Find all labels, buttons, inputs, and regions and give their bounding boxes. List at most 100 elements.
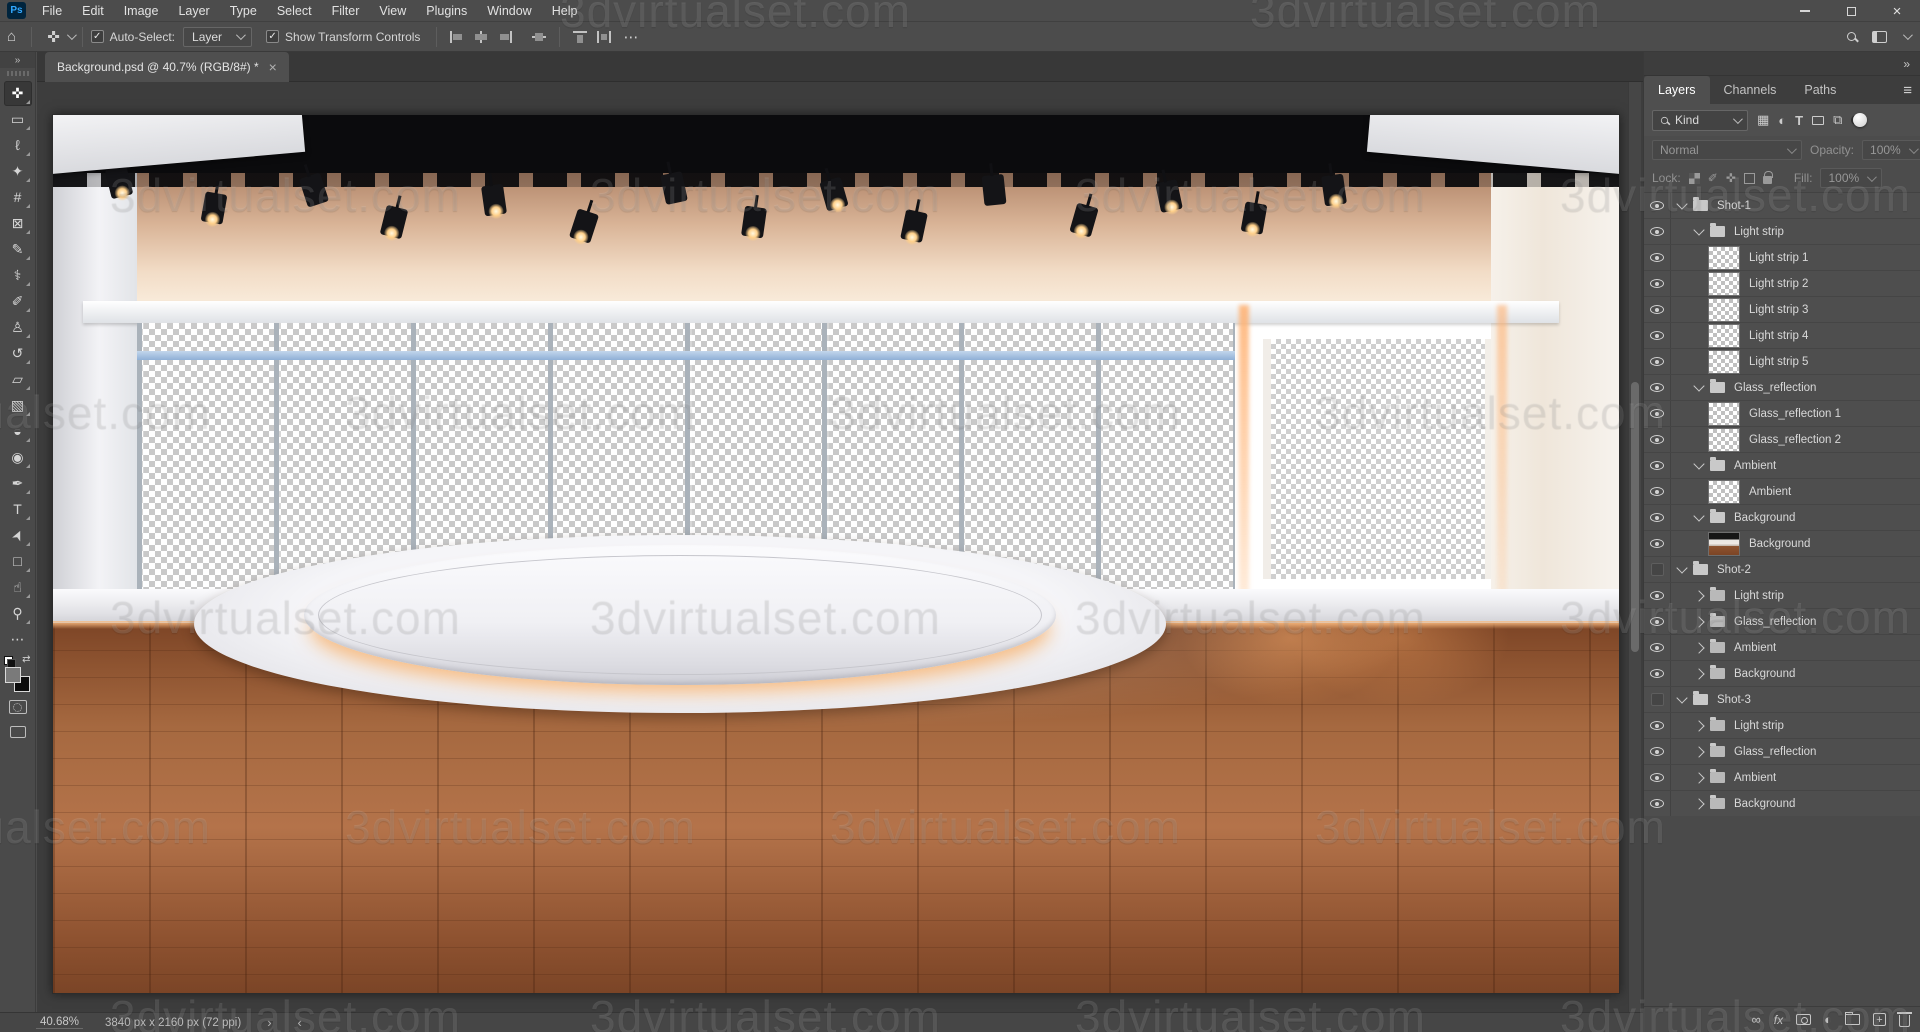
visibility-toggle[interactable] xyxy=(1644,401,1671,426)
layer-row[interactable]: Light strip xyxy=(1644,713,1920,739)
layer-thumbnail[interactable] xyxy=(1708,298,1740,322)
menu-item[interactable]: Edit xyxy=(72,0,114,21)
visibility-toggle[interactable] xyxy=(1644,219,1671,244)
zoom-level-field[interactable]: 40.68% xyxy=(36,1016,83,1029)
panel-tab[interactable]: Paths xyxy=(1790,76,1850,104)
minimize-button[interactable] xyxy=(1782,0,1828,22)
quick-mask-button[interactable] xyxy=(9,700,27,714)
screen-mode-button[interactable] xyxy=(10,726,26,738)
layer-row[interactable]: Ambient xyxy=(1644,479,1920,505)
status-back-arrow[interactable]: ‹ xyxy=(298,1015,302,1030)
align-left-edges-button[interactable] xyxy=(450,31,464,43)
layer-thumbnail[interactable] xyxy=(1708,428,1740,452)
auto-select-checkbox[interactable] xyxy=(91,30,104,43)
filter-toggle-switch[interactable] xyxy=(1851,115,1867,125)
layer-row[interactable]: Light strip xyxy=(1644,219,1920,245)
lock-image-pixels-icon[interactable]: ✐ xyxy=(1708,171,1718,185)
delete-layer-icon[interactable] xyxy=(1899,1015,1910,1027)
menu-item[interactable]: Image xyxy=(114,0,169,21)
filter-pixel-layers-icon[interactable]: ▦ xyxy=(1757,112,1769,128)
disclosure-triangle-icon[interactable] xyxy=(1693,590,1704,601)
rectangle-tool[interactable]: □ xyxy=(4,549,32,574)
panel-tab[interactable]: Channels xyxy=(1710,76,1791,104)
document-tab[interactable]: Background.psd @ 40.7% (RGB/8#) * × xyxy=(45,52,289,82)
panel-tab[interactable]: Layers xyxy=(1644,76,1710,104)
menu-item[interactable]: Window xyxy=(477,0,541,21)
visibility-toggle[interactable] xyxy=(1644,687,1671,712)
layer-row[interactable]: Shot-3 xyxy=(1644,687,1920,713)
frame-tool[interactable]: ⊠ xyxy=(4,211,32,236)
visibility-toggle[interactable] xyxy=(1644,349,1671,374)
disclosure-triangle-icon[interactable] xyxy=(1693,510,1704,521)
layer-row[interactable]: Glass_reflection 2 xyxy=(1644,427,1920,453)
visibility-toggle[interactable] xyxy=(1644,193,1671,218)
fill-dropdown[interactable]: 100% xyxy=(1820,168,1882,188)
filter-type-layers-icon[interactable]: T xyxy=(1795,113,1803,128)
search-icon[interactable] xyxy=(1847,32,1856,41)
menu-item[interactable]: File xyxy=(32,0,72,21)
spot-healing-brush-tool[interactable]: ⚕ xyxy=(4,263,32,288)
pen-tool[interactable]: ✒ xyxy=(4,471,32,496)
disclosure-triangle-icon[interactable] xyxy=(1693,224,1704,235)
blend-mode-dropdown[interactable]: Normal xyxy=(1652,140,1802,160)
layer-row[interactable]: Glass_reflection xyxy=(1644,739,1920,765)
visibility-toggle[interactable] xyxy=(1644,713,1671,738)
layer-row[interactable]: Glass_reflection xyxy=(1644,375,1920,401)
visibility-toggle[interactable] xyxy=(1644,375,1671,400)
layer-row[interactable]: Background xyxy=(1644,531,1920,557)
status-flyout-arrow[interactable]: › xyxy=(267,1015,271,1030)
menu-item[interactable]: Layer xyxy=(168,0,219,21)
layer-thumbnail[interactable] xyxy=(1708,402,1740,426)
visibility-toggle[interactable] xyxy=(1644,453,1671,478)
layer-thumbnail[interactable] xyxy=(1708,324,1740,348)
layer-thumbnail[interactable] xyxy=(1708,272,1740,296)
object-selection-tool[interactable]: ✦ xyxy=(4,159,32,184)
filter-kind-dropdown[interactable]: Kind xyxy=(1652,110,1748,131)
canvas-pasteboard[interactable] xyxy=(37,82,1643,1012)
panel-collapse-button[interactable]: » xyxy=(1903,57,1910,71)
vertical-scrollbar[interactable] xyxy=(1628,82,1641,1012)
layer-row[interactable]: Shot-2 xyxy=(1644,557,1920,583)
layer-row[interactable]: Shot-1 xyxy=(1644,193,1920,219)
zoom-tool[interactable]: ⚲ xyxy=(4,601,32,626)
tab-close-icon[interactable]: × xyxy=(269,59,277,75)
layer-thumbnail[interactable] xyxy=(1708,480,1740,504)
layer-row[interactable]: Light strip 1 xyxy=(1644,245,1920,271)
canvas-document[interactable] xyxy=(52,114,1620,994)
menu-item[interactable]: Help xyxy=(542,0,588,21)
dodge-tool[interactable]: ◉ xyxy=(4,445,32,470)
menu-item[interactable]: View xyxy=(369,0,416,21)
menu-item[interactable]: Type xyxy=(220,0,267,21)
restore-button[interactable] xyxy=(1828,0,1874,22)
align-more-options-button[interactable]: ⋯ xyxy=(616,28,645,46)
default-colors-icon[interactable] xyxy=(4,656,13,665)
visibility-toggle[interactable] xyxy=(1644,765,1671,790)
lock-all-icon[interactable] xyxy=(1763,176,1772,184)
align-top-edges-button[interactable] xyxy=(573,31,587,43)
layer-row[interactable]: Ambient xyxy=(1644,765,1920,791)
visibility-toggle[interactable] xyxy=(1644,739,1671,764)
crop-tool[interactable]: # xyxy=(4,185,32,210)
visibility-toggle[interactable] xyxy=(1644,609,1671,634)
path-selection-tool[interactable]: ➤ xyxy=(4,523,32,548)
layer-row[interactable]: Glass_reflection xyxy=(1644,609,1920,635)
visibility-toggle[interactable] xyxy=(1644,583,1671,608)
swap-colors-icon[interactable]: ⇄ xyxy=(22,654,30,665)
layer-row[interactable]: Light strip 5 xyxy=(1644,349,1920,375)
lock-transparent-pixels-icon[interactable] xyxy=(1689,173,1700,184)
disclosure-triangle-icon[interactable] xyxy=(1693,642,1704,653)
visibility-toggle[interactable] xyxy=(1644,635,1671,660)
layer-thumbnail[interactable] xyxy=(1708,532,1740,556)
visibility-toggle[interactable] xyxy=(1644,271,1671,296)
disclosure-triangle-icon[interactable] xyxy=(1676,198,1687,209)
history-brush-tool[interactable]: ↺ xyxy=(4,341,32,366)
disclosure-triangle-icon[interactable] xyxy=(1693,798,1704,809)
foreground-color-swatch[interactable] xyxy=(5,667,21,683)
disclosure-triangle-icon[interactable] xyxy=(1693,458,1704,469)
show-transform-checkbox[interactable] xyxy=(266,30,279,43)
filter-shape-layers-icon[interactable] xyxy=(1812,116,1824,125)
opacity-dropdown[interactable]: 100% xyxy=(1862,140,1920,160)
gradient-tool[interactable]: ▧ xyxy=(4,393,32,418)
edit-toolbar[interactable]: ⋯ xyxy=(4,627,32,652)
link-layers-icon[interactable]: ∞ xyxy=(1752,1012,1761,1027)
